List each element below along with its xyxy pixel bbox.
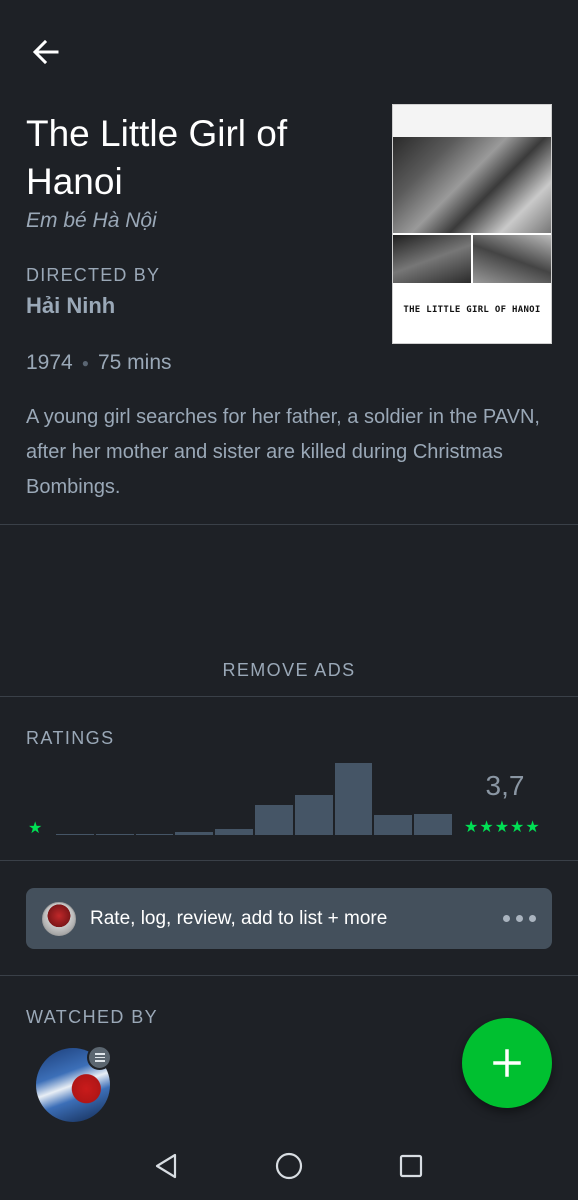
separator-dot: ● <box>81 356 89 370</box>
directed-by-label: DIRECTED BY <box>26 265 161 285</box>
action-bar-label: Rate, log, review, add to list + more <box>90 907 388 929</box>
ratings-histogram[interactable] <box>56 760 452 835</box>
poster-photo-left <box>393 235 473 283</box>
more-horizontal-icon[interactable] <box>503 915 536 922</box>
divider <box>0 975 578 976</box>
remove-ads-button[interactable]: REMOVE ADS <box>0 660 578 681</box>
add-fab-button[interactable] <box>462 1018 552 1108</box>
rating-bar-10 <box>414 814 452 835</box>
poster-photo-row <box>393 233 551 283</box>
synopsis: A young girl searches for her father, a … <box>26 406 540 498</box>
arrow-left-icon <box>32 39 59 65</box>
rate-log-review-bar[interactable]: Rate, log, review, add to list + more <box>26 888 552 949</box>
circle-home-icon <box>275 1152 303 1180</box>
max-stars-icon: ★★★★★ <box>464 819 541 836</box>
rating-bar-4 <box>175 832 214 835</box>
triangle-back-icon <box>155 1153 177 1179</box>
divider <box>0 860 578 861</box>
release-year[interactable]: 1974 <box>26 351 73 375</box>
rating-bar-6 <box>254 805 293 835</box>
average-rating: 3,7 <box>485 770 525 801</box>
min-star-icon: ★ <box>28 820 43 837</box>
poster-photo-right <box>473 235 551 283</box>
square-recents-icon <box>399 1154 423 1178</box>
divider <box>0 524 578 525</box>
rating-bar-7 <box>294 795 333 835</box>
watched-by-label: WATCHED BY <box>26 1007 159 1027</box>
original-title: Em bé Hà Nội <box>26 209 157 232</box>
rating-bar-8 <box>334 763 373 835</box>
director-name[interactable]: Hải Ninh <box>26 293 115 319</box>
poster-title-text: THE LITTLE GIRL OF HANOI <box>403 305 541 315</box>
divider <box>0 696 578 697</box>
film-meta: 1974 ● 75 mins <box>26 351 172 375</box>
rating-bar-9 <box>374 815 413 835</box>
back-button[interactable] <box>28 34 64 70</box>
rating-bar-2 <box>95 834 134 835</box>
poster-photo-main <box>393 137 551 233</box>
nav-back-button[interactable] <box>148 1148 184 1184</box>
system-nav-bar <box>0 1130 578 1200</box>
film-poster[interactable]: THE LITTLE GIRL OF HANOI <box>392 104 552 344</box>
rating-bar-5 <box>215 829 253 835</box>
rating-bar-3 <box>135 834 174 835</box>
nav-recents-button[interactable] <box>393 1148 429 1184</box>
ratings-label: RATINGS <box>26 728 115 748</box>
rating-bar-1 <box>56 834 94 835</box>
poster-border <box>393 105 551 137</box>
film-title: The Little Girl of Hanoi <box>26 113 288 202</box>
nav-home-button[interactable] <box>271 1148 307 1184</box>
runtime: 75 mins <box>97 351 172 374</box>
plus-icon <box>493 1049 521 1077</box>
user-avatar <box>42 901 76 936</box>
list-icon <box>87 1045 112 1070</box>
